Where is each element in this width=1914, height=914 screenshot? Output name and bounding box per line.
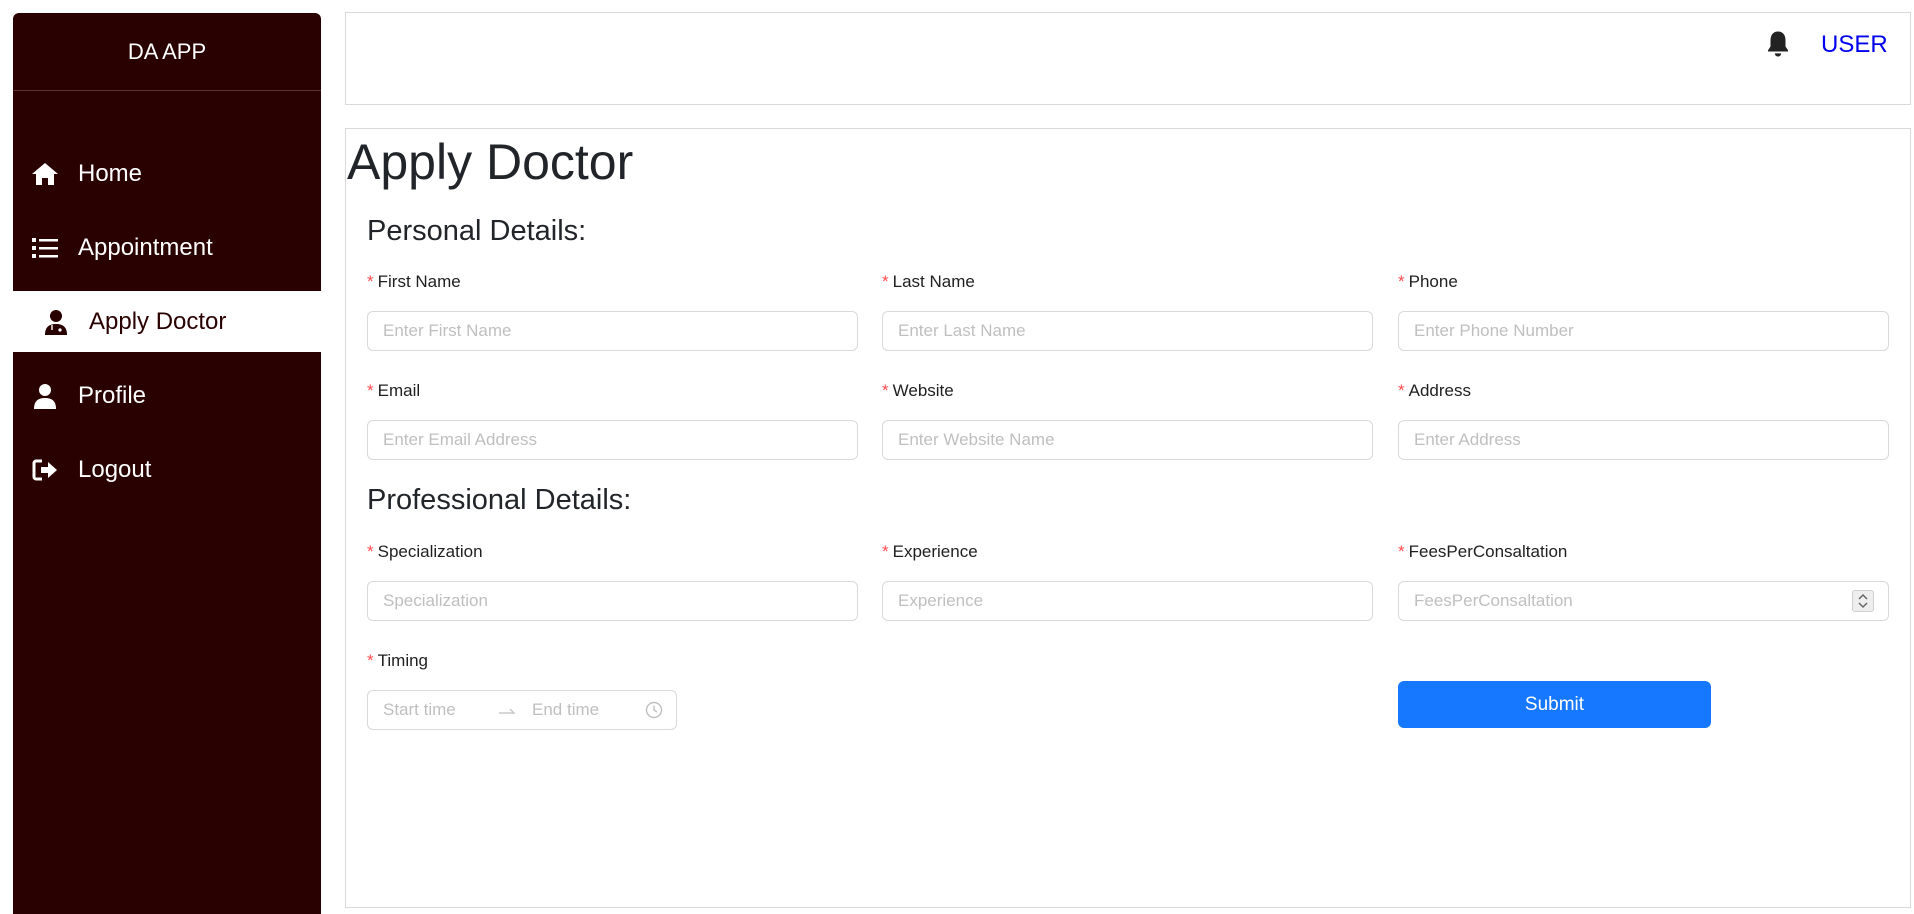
top-header: USER [345, 12, 1911, 105]
label-text: Timing [377, 651, 429, 670]
label-text: Phone [1408, 272, 1458, 291]
brand-title: DA APP [13, 13, 321, 91]
specialization-label: * Specialization [367, 540, 858, 564]
first-name-input[interactable]: Enter First Name [367, 311, 858, 351]
user-doctor-icon [41, 307, 71, 337]
phone-label: * Phone [1398, 270, 1889, 294]
email-input[interactable]: Enter Email Address [367, 420, 858, 460]
website-input[interactable]: Enter Website Name [882, 420, 1373, 460]
phone-input[interactable]: Enter Phone Number [1398, 311, 1889, 351]
required-mark: * [367, 272, 374, 291]
sidebar-item-home[interactable]: Home [13, 143, 321, 204]
experience-input[interactable]: Experience [882, 581, 1373, 621]
end-time-input[interactable]: End time [532, 700, 642, 720]
required-mark: * [882, 542, 889, 561]
label-text: Address [1408, 381, 1471, 400]
required-mark: * [1398, 542, 1405, 561]
address-field: * Address Enter Address [1398, 379, 1889, 460]
specialization-input[interactable]: Specialization [367, 581, 858, 621]
page-title: Apply Doctor [347, 134, 634, 190]
user-icon [30, 381, 60, 411]
experience-field: * Experience Experience [882, 540, 1373, 621]
sidebar-item-label: Appointment [78, 233, 213, 261]
sidebar-nav: Home Appointment Apply Doctor Profile Lo… [13, 143, 321, 500]
bell-icon[interactable] [1763, 29, 1793, 59]
label-text: Email [377, 381, 421, 400]
first-name-field: * First Name Enter First Name [367, 270, 858, 351]
submit-button[interactable]: Submit [1398, 681, 1711, 728]
fees-placeholder: FeesPerConsaltation [1414, 591, 1573, 610]
fees-label: * FeesPerConsaltation [1398, 540, 1889, 564]
required-mark: * [882, 272, 889, 291]
required-mark: * [367, 381, 374, 400]
last-name-input[interactable]: Enter Last Name [882, 311, 1373, 351]
sidebar-item-label: Profile [78, 381, 147, 409]
specialization-field: * Specialization Specialization [367, 540, 858, 621]
timing-field: * Timing Start time End time [367, 649, 677, 730]
first-name-label: * First Name [367, 270, 858, 294]
label-text: First Name [377, 272, 461, 291]
main-content: Apply Doctor Personal Details: * First Na… [345, 128, 1911, 908]
timing-label: * Timing [367, 649, 677, 673]
sidebar-item-appointment[interactable]: Appointment [13, 217, 321, 278]
address-label: * Address [1398, 379, 1889, 403]
home-icon [30, 159, 60, 189]
last-name-field: * Last Name Enter Last Name [882, 270, 1373, 351]
arrow-right-icon [498, 702, 532, 718]
label-text: Experience [892, 542, 978, 561]
required-mark: * [1398, 381, 1405, 400]
sidebar-item-label: Home [78, 159, 143, 187]
clock-icon [645, 701, 663, 719]
address-input[interactable]: Enter Address [1398, 420, 1889, 460]
professional-details-heading: Professional Details: [367, 484, 632, 516]
number-stepper[interactable] [1852, 590, 1874, 612]
timing-range-picker[interactable]: Start time End time [367, 690, 677, 730]
label-text: FeesPerConsaltation [1408, 542, 1568, 561]
experience-label: * Experience [882, 540, 1373, 564]
email-field: * Email Enter Email Address [367, 379, 858, 460]
phone-field: * Phone Enter Phone Number [1398, 270, 1889, 351]
label-text: Website [892, 381, 954, 400]
list-icon [30, 233, 60, 263]
sidebar-item-label: Logout [78, 455, 152, 483]
sidebar: DA APP Home Appointment Apply Doctor Pro… [13, 13, 321, 914]
sidebar-item-apply-doctor[interactable]: Apply Doctor [13, 291, 321, 352]
sidebar-item-logout[interactable]: Logout [13, 439, 321, 500]
sidebar-item-label: Apply Doctor [89, 307, 227, 335]
start-time-input[interactable]: Start time [383, 700, 498, 720]
label-text: Specialization [377, 542, 483, 561]
sidebar-item-profile[interactable]: Profile [13, 365, 321, 426]
website-field: * Website Enter Website Name [882, 379, 1373, 460]
chevron-up-down-icon [1858, 593, 1868, 609]
required-mark: * [1398, 272, 1405, 291]
website-label: * Website [882, 379, 1373, 403]
personal-details-heading: Personal Details: [367, 215, 587, 247]
required-mark: * [882, 381, 889, 400]
email-label: * Email [367, 379, 858, 403]
user-link[interactable]: USER [1821, 31, 1888, 59]
fees-input[interactable]: FeesPerConsaltation [1398, 581, 1889, 621]
required-mark: * [367, 651, 374, 670]
last-name-label: * Last Name [882, 270, 1373, 294]
required-mark: * [367, 542, 374, 561]
logout-icon [30, 455, 60, 485]
label-text: Last Name [892, 272, 975, 291]
fees-field: * FeesPerConsaltation FeesPerConsaltation [1398, 540, 1889, 621]
